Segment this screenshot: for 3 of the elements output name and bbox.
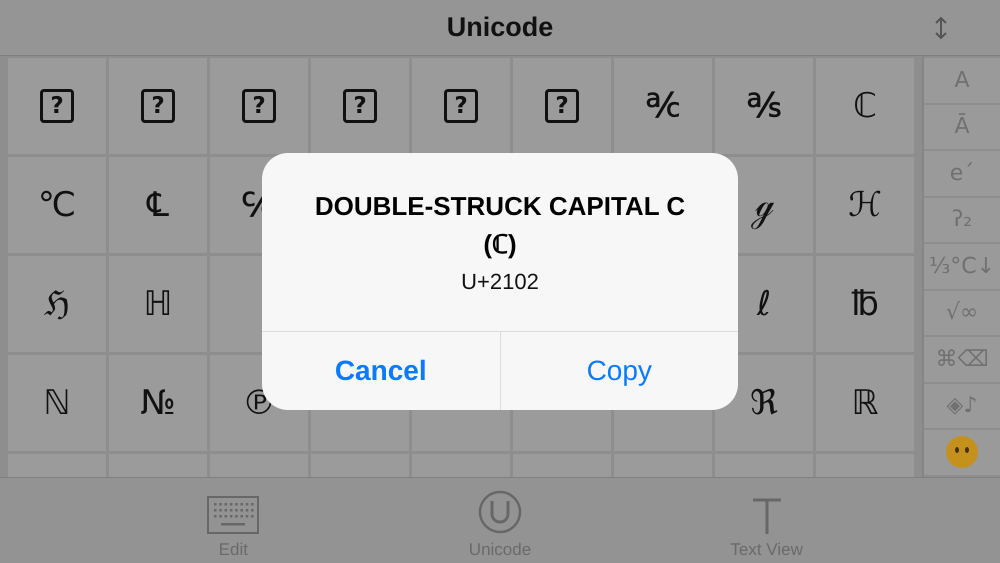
screen-title: Unicode — [446, 12, 554, 43]
dialog-code-point: U+2102 — [461, 269, 539, 295]
dialog-title: DOUBLE-STRUCK CAPITAL C (ℂ) — [314, 190, 686, 261]
